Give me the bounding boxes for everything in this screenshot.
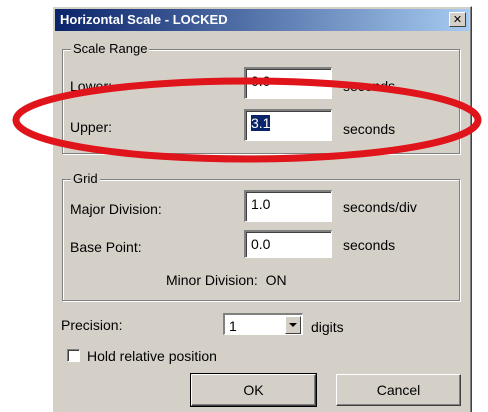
major-division-value: 1.0: [251, 196, 271, 212]
scale-range-label: Scale Range: [71, 41, 150, 57]
hold-position-label[interactable]: Hold relative position: [87, 348, 217, 364]
major-division-label: Major Division:: [70, 201, 162, 217]
base-point-input[interactable]: 0.0: [244, 230, 332, 258]
base-point-unit: seconds: [343, 237, 396, 253]
major-division-input[interactable]: 1.0: [244, 190, 332, 222]
ok-button[interactable]: OK: [190, 373, 317, 407]
upper-unit: seconds: [343, 121, 396, 137]
grid-label: Grid: [71, 171, 100, 187]
dialog-title: Horizontal Scale - LOCKED: [60, 12, 228, 27]
cancel-button-label: Cancel: [376, 382, 421, 398]
ok-button-label: OK: [243, 382, 264, 398]
precision-label: Precision:: [61, 317, 123, 333]
upper-label: Upper:: [70, 119, 113, 135]
close-button[interactable]: ✕: [449, 12, 466, 27]
horizontal-scale-dialog: Horizontal Scale - LOCKED ✕ Scale Range …: [52, 6, 472, 412]
close-icon: ✕: [452, 13, 463, 26]
lower-unit: seconds: [343, 78, 396, 94]
upper-input-value: 3.1: [251, 115, 271, 131]
precision-select[interactable]: 1: [223, 313, 303, 335]
precision-dropdown-button[interactable]: [285, 316, 301, 334]
cancel-button[interactable]: Cancel: [336, 374, 461, 406]
precision-unit: digits: [311, 319, 344, 335]
base-point-value: 0.0: [251, 236, 271, 252]
precision-value: 1: [229, 318, 237, 334]
hold-position-checkbox[interactable]: [67, 349, 80, 362]
upper-input[interactable]: 3.1: [244, 109, 332, 141]
title-bar[interactable]: Horizontal Scale - LOCKED ✕: [55, 9, 469, 31]
lower-input[interactable]: 0.0: [244, 67, 332, 99]
lower-label: Lower:: [70, 78, 113, 94]
major-division-unit: seconds/div: [343, 199, 417, 215]
minor-division-status: Minor Division: ON: [166, 272, 287, 288]
chevron-down-icon: [289, 323, 297, 327]
base-point-label: Base Point:: [70, 239, 142, 255]
lower-input-value: 0.0: [251, 73, 271, 89]
